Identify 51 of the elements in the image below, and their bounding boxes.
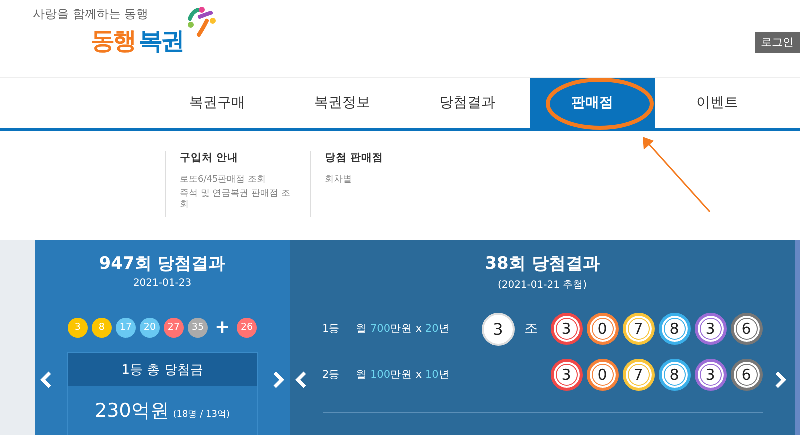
lotto-ball: 35	[188, 318, 208, 338]
result-title: 947회 당첨결과	[99, 253, 226, 275]
group-ball: 3	[482, 312, 515, 346]
login-button[interactable]: 로그인	[755, 32, 800, 53]
logo-tagline: 사랑을 함께하는 동행	[33, 6, 150, 23]
prize-heading: 1등 총 당첨금	[122, 362, 204, 378]
number-ball: 0	[586, 359, 618, 391]
result-date: (2021-01-21 추첨)	[498, 279, 588, 292]
lotto-ball: 8	[92, 318, 112, 338]
prize-rank: 1등	[322, 322, 342, 336]
number-ball: 7	[622, 359, 654, 391]
number-ball: 3	[694, 313, 726, 345]
number-ball: 0	[586, 313, 618, 345]
lotto-ball: 3	[68, 318, 88, 338]
number-ball: 8	[658, 313, 690, 345]
result-title: 38회 당첨결과	[485, 253, 600, 275]
prize-amount: 230억원	[95, 399, 170, 424]
plus-sign: +	[214, 317, 230, 338]
chevron-right-icon	[775, 371, 787, 389]
menu-heading: 당첨 판매점	[325, 151, 385, 165]
number-ball: 7	[622, 313, 654, 345]
number-ball: 6	[730, 359, 762, 391]
prize-detail: (18명 / 13억)	[173, 409, 230, 421]
logo-text[interactable]: 동행	[91, 25, 135, 57]
lotto-ball: 17	[116, 318, 136, 338]
number-ball: 3	[694, 359, 726, 391]
chevron-left-icon	[40, 371, 52, 389]
nav-tab[interactable]: 이벤트	[655, 78, 780, 128]
number-ball: 6	[730, 313, 762, 345]
lotto-ball: 20	[140, 318, 160, 338]
prize-rank: 2등	[322, 368, 342, 382]
nav-tab[interactable]: 당첨결과	[405, 78, 530, 128]
menu-heading: 구입처 안내	[180, 151, 240, 165]
nav-tab[interactable]: 복권정보	[280, 78, 405, 128]
chevron-right-icon	[273, 371, 285, 389]
number-ball: 3	[550, 313, 582, 345]
prize-text: 월 100만원 x 10년	[356, 368, 451, 382]
prize-text: 월 700만원 x 20년	[356, 322, 451, 336]
number-ball: 3	[550, 359, 582, 391]
group-label: 조	[524, 320, 540, 338]
nav-tab[interactable]: 복권구매	[155, 78, 280, 128]
chevron-left-icon	[295, 371, 307, 389]
lotto-ball: 27	[164, 318, 184, 338]
menu-link[interactable]: 회차별	[325, 175, 437, 186]
menu-link[interactable]: 로또6/45판매점 조회	[180, 175, 292, 186]
bonus-ball: 26	[237, 318, 258, 338]
number-ball: 8	[658, 359, 690, 391]
logo-people-icon	[187, 7, 217, 39]
result-date: 2021-01-23	[133, 278, 192, 289]
logo-text[interactable]: 복권	[139, 25, 183, 57]
menu-link[interactable]: 즉석 및 연금복권 판매점 조회	[180, 189, 292, 210]
